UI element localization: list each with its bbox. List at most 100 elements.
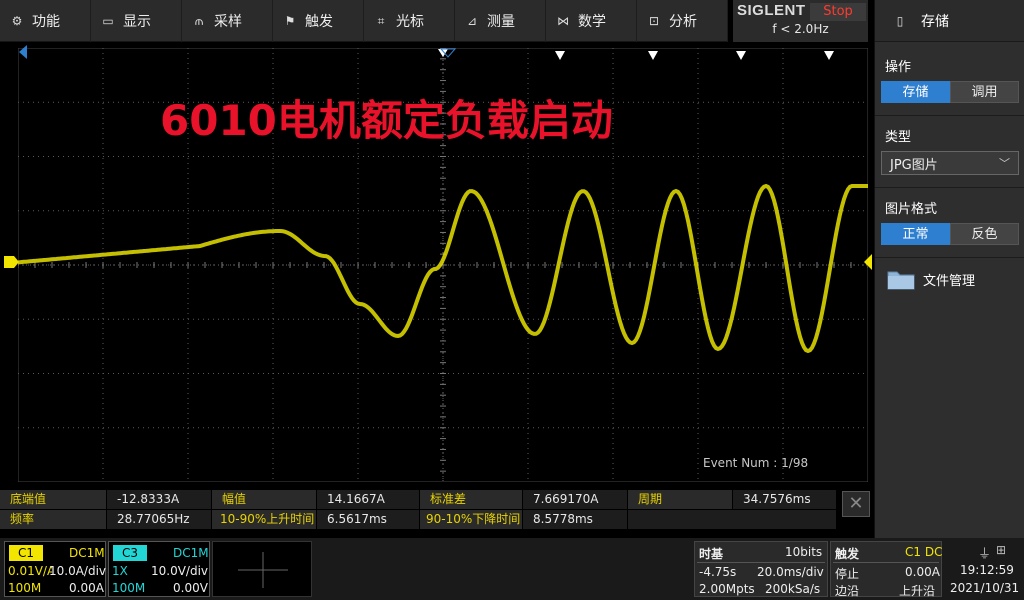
timebase-scale: 20.0ms/div xyxy=(757,565,824,579)
measure-icon: ⊿ xyxy=(466,14,478,28)
measure-label: 频率 xyxy=(0,510,106,529)
network-icon: ⊞ xyxy=(996,543,1007,557)
menu-item-6[interactable]: ⋈ 数学 xyxy=(546,0,637,42)
format-title: 图片格式 xyxy=(885,202,938,217)
analysis-icon: ⊡ xyxy=(648,14,660,28)
panel-header-label: 存储 xyxy=(921,13,949,30)
channel-1-offset-marker[interactable] xyxy=(4,256,19,268)
channel-1-tag: C1 xyxy=(9,545,43,561)
brand-logo: SIGLENT xyxy=(737,2,806,19)
trigger-slope: 上升沿 xyxy=(899,584,936,598)
channel-3-coupling: DC1M xyxy=(173,546,209,560)
channel-3-tag: C3 xyxy=(113,545,147,561)
trigger-position-marker[interactable] xyxy=(19,45,27,59)
type-select[interactable]: JPG图片 ﹀ xyxy=(881,151,1019,175)
menu-item-label: 显示 xyxy=(123,14,151,30)
inverted-format-button[interactable]: 反色 xyxy=(950,223,1019,245)
channel-1-coupling: DC1M xyxy=(69,546,105,560)
channel-3-bandwidth: 100M xyxy=(112,581,146,595)
gear-icon: ⚙ xyxy=(11,14,23,28)
math-icon: ⋈ xyxy=(557,14,569,28)
event-number: Event Num : 1/98 xyxy=(703,456,809,470)
folder-icon xyxy=(887,271,915,290)
monitor-icon: ▭ xyxy=(102,14,114,28)
channel-1-probe: 0.01V/A xyxy=(8,564,52,578)
channel-3-scale: 10.0V/div xyxy=(151,564,209,578)
channel-3-box[interactable]: C3 DC1M 1X 10.0V/div 100M 0.00V xyxy=(108,541,210,597)
timebase-box[interactable]: 时基 10bits -4.75s 20.0ms/div 2.00Mpts 200… xyxy=(694,541,828,597)
crosshair-icon xyxy=(238,552,288,588)
type-select-value: JPG图片 xyxy=(890,157,938,173)
menu-item-0[interactable]: ⚙ 功能 xyxy=(0,0,91,42)
timebase-delay: -4.75s xyxy=(699,565,737,579)
trigger-title: 触发 xyxy=(835,547,860,561)
file-manager-label: 文件管理 xyxy=(923,273,976,289)
channel-1-bandwidth: 100M xyxy=(8,581,42,595)
file-manager-button[interactable]: 文件管理 xyxy=(887,268,1024,290)
measure-label: 幅值 xyxy=(212,490,316,509)
sample-icon: ⫙ xyxy=(194,14,204,28)
trigger-level: 0.00A xyxy=(905,565,940,579)
timebase-sample-rate: 200kSa/s xyxy=(765,582,821,596)
operation-toggle: 存储 调用 xyxy=(881,81,1019,103)
event-marker xyxy=(824,51,834,60)
menu-item-label: 数学 xyxy=(578,14,606,30)
measure-value: 14.1667A xyxy=(317,490,419,509)
menu-item-4[interactable]: ⌗ 光标 xyxy=(364,0,455,42)
event-marker xyxy=(555,51,565,60)
measure-value: 8.5778ms xyxy=(523,510,627,529)
measure-value: 34.7576ms xyxy=(733,490,836,509)
brand-status-area: SIGLENT Stop f < 2.0Hz xyxy=(733,0,868,42)
clock-date: 2021/10/31 xyxy=(950,581,1020,595)
measure-value: 6.5617ms xyxy=(317,510,419,529)
menu-item-5[interactable]: ⊿ 测量 xyxy=(455,0,546,42)
trigger-box[interactable]: 触发 C1 DC 停止 0.00A 边沿 上升沿 xyxy=(830,541,943,598)
measure-label: 底端值 xyxy=(0,490,106,509)
menu-item-label: 分析 xyxy=(669,14,697,30)
divider xyxy=(875,115,1024,116)
menu-item-label: 测量 xyxy=(487,14,515,30)
run-stop-status[interactable]: Stop xyxy=(810,3,866,21)
close-icon[interactable]: ✕ xyxy=(842,491,870,517)
menu-item-7[interactable]: ⊡ 分析 xyxy=(637,0,728,42)
empty-channel-slot[interactable] xyxy=(212,541,312,597)
measure-value: -12.8333A xyxy=(107,490,211,509)
measure-label: 90-10%下降时间 xyxy=(420,510,522,529)
menu-item-1[interactable]: ▭ 显示 xyxy=(91,0,182,42)
menu-item-label: 触发 xyxy=(305,14,333,30)
measure-label: 周期 xyxy=(628,490,732,509)
channel-1-scale: 10.0A/div xyxy=(49,564,107,578)
measure-label: 10-90%上升时间 xyxy=(212,510,316,529)
channel-1-box[interactable]: C1 DC1M 0.01V/A 10.0A/div 100M 0.00A xyxy=(4,541,106,597)
divider xyxy=(833,562,939,563)
measure-label: 标准差 xyxy=(420,490,522,509)
top-menu-bar: ⚙ 功能 ▭ 显示 ⫙ 采样 ⚑ 触发 ⌗ 光标 ⊿ 测量 ⋈ 数学 ⊡ 分析 xyxy=(0,0,728,42)
bottom-status-bar: C1 DC1M 0.01V/A 10.0A/div 100M 0.00A C3 … xyxy=(0,538,1024,600)
channel-1-offset: 0.00A xyxy=(69,581,104,595)
measure-value: 7.669170A xyxy=(523,490,627,509)
trigger-mode: 停止 xyxy=(835,567,860,581)
trigger-level-marker[interactable] xyxy=(864,254,872,270)
save-option-button[interactable]: 存储 xyxy=(881,81,950,103)
document-icon: ▯ xyxy=(896,13,904,28)
menu-item-2[interactable]: ⫙ 采样 xyxy=(182,0,273,42)
flag-icon: ⚑ xyxy=(284,14,296,28)
trigger-source: C1 DC xyxy=(905,545,943,559)
event-marker xyxy=(736,51,746,60)
divider xyxy=(697,562,825,563)
format-toggle: 正常 反色 xyxy=(881,223,1019,245)
usb-icon: ⏚ xyxy=(978,547,992,562)
clock-time: 19:12:59 xyxy=(960,563,1014,577)
timebase-title: 时基 xyxy=(699,547,724,561)
recall-option-button[interactable]: 调用 xyxy=(950,81,1019,103)
divider xyxy=(875,257,1024,258)
measurement-table: 底端值 -12.8333A 幅值 14.1667A 标准差 7.669170A … xyxy=(0,488,874,530)
type-title: 类型 xyxy=(885,130,912,145)
overlay-title: 6010电机额定负载启动 xyxy=(160,96,613,145)
clock-area: ⏚ ⊞ 19:12:59 2021/10/31 xyxy=(948,541,1022,597)
trigger-frequency: f < 2.0Hz xyxy=(772,22,829,36)
menu-item-3[interactable]: ⚑ 触发 xyxy=(273,0,364,42)
panel-header[interactable]: ▯ 存储 xyxy=(875,0,1024,42)
normal-format-button[interactable]: 正常 xyxy=(881,223,950,245)
timebase-points: 2.00Mpts xyxy=(699,582,755,596)
